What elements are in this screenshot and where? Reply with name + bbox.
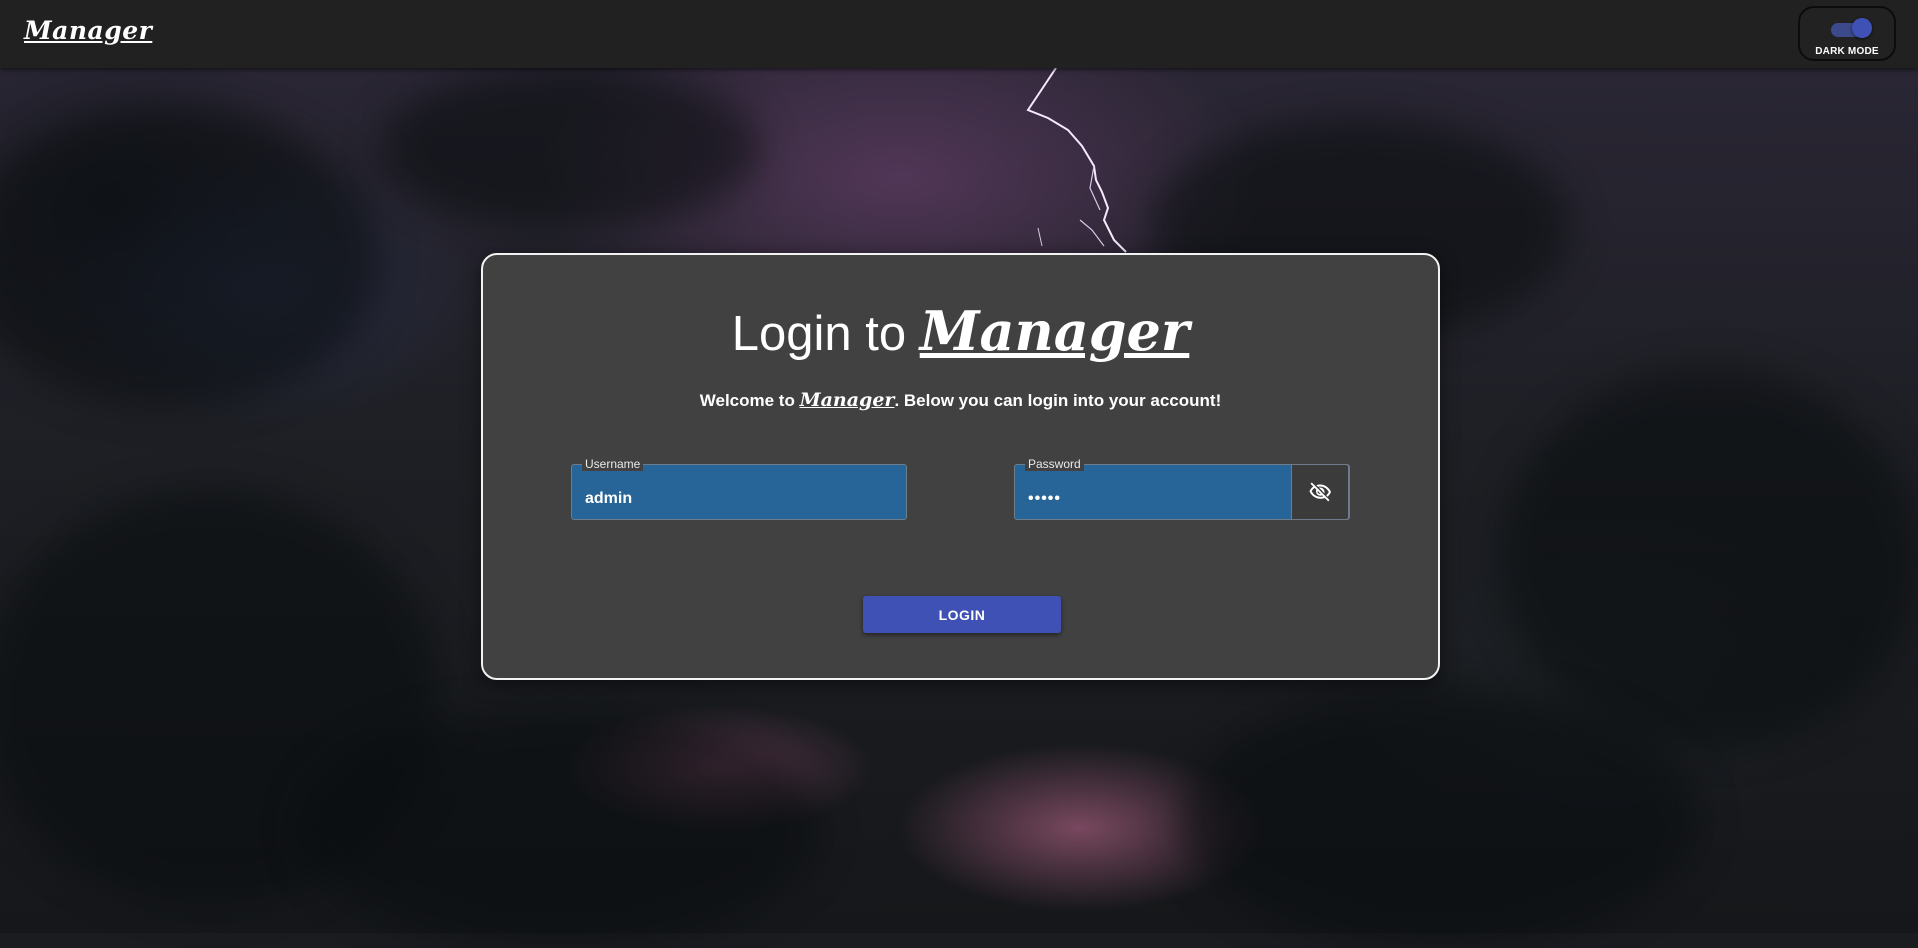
toggle-password-visibility-button[interactable] <box>1291 464 1349 520</box>
dark-mode-switch-thumb[interactable] <box>1852 18 1872 38</box>
eye-off-icon[interactable] <box>1308 480 1332 504</box>
login-subtitle: Welcome to Manager. Below you can login … <box>483 389 1438 411</box>
dark-mode-label: DARK MODE <box>1815 46 1879 57</box>
login-title: Login to Manager <box>483 299 1438 363</box>
username-field[interactable]: Username <box>571 457 907 520</box>
subtitle-brand: Manager <box>799 389 895 411</box>
subtitle-prefix: Welcome to <box>699 391 800 410</box>
brand-logo[interactable]: Manager <box>24 16 152 45</box>
subtitle-suffix: . Below you can login into your account! <box>894 391 1222 410</box>
username-input[interactable] <box>572 465 906 519</box>
lightning-bolt <box>1026 68 1127 253</box>
login-title-prefix: Login to <box>731 307 920 361</box>
login-button[interactable]: LOGIN <box>863 596 1061 633</box>
login-title-brand: Manager <box>919 299 1190 363</box>
top-app-bar: Manager DARK MODE <box>0 0 1918 68</box>
login-card: Login to Manager Welcome to Manager. Bel… <box>481 253 1440 680</box>
password-input[interactable] <box>1015 465 1292 519</box>
password-field[interactable]: Password <box>1014 457 1350 520</box>
dark-mode-toggle[interactable]: DARK MODE <box>1798 6 1896 61</box>
